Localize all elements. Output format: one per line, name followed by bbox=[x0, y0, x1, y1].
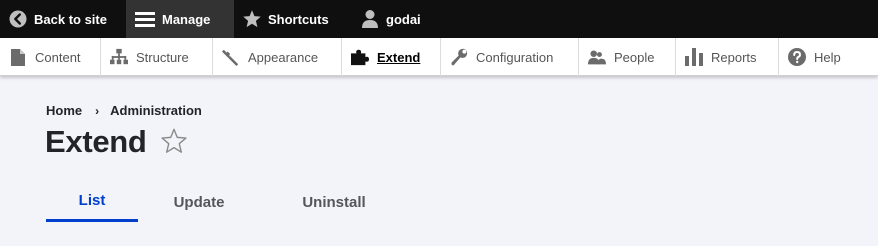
breadcrumb: Home › Administration bbox=[46, 103, 202, 118]
breadcrumb-separator: › bbox=[95, 103, 100, 118]
user-icon bbox=[360, 9, 380, 29]
shortcuts-tab[interactable]: Shortcuts bbox=[234, 0, 352, 38]
tray-item-label: Appearance bbox=[248, 49, 319, 65]
back-arrow-icon bbox=[8, 9, 28, 29]
help-icon bbox=[788, 48, 806, 66]
sitemap-icon bbox=[110, 48, 128, 66]
user-label: godai bbox=[386, 11, 421, 27]
bar-chart-icon bbox=[685, 48, 703, 66]
puzzle-icon bbox=[351, 48, 369, 66]
tray-item-label: People bbox=[614, 49, 655, 65]
admin-toolbar: Back to site Manage Shortcuts godai bbox=[0, 0, 878, 38]
breadcrumb-home-link[interactable]: Home bbox=[46, 103, 82, 118]
tray-item-label: Structure bbox=[136, 49, 189, 65]
wrench-icon bbox=[450, 48, 468, 66]
tray-item-people[interactable]: People bbox=[579, 38, 676, 76]
shortcuts-label: Shortcuts bbox=[268, 11, 329, 27]
admin-tray: Content Structure Appearance Extend Conf… bbox=[0, 38, 878, 76]
breadcrumb-administration-link[interactable]: Administration bbox=[110, 103, 202, 118]
user-tab[interactable]: godai bbox=[352, 0, 442, 38]
tab-list[interactable]: List bbox=[46, 182, 138, 222]
tray-item-structure[interactable]: Structure bbox=[101, 38, 213, 76]
document-icon bbox=[9, 48, 27, 66]
local-tasks-tabs: List Update Uninstall bbox=[46, 182, 386, 224]
tray-item-label: Reports bbox=[711, 49, 757, 65]
manage-tab[interactable]: Manage bbox=[126, 0, 234, 38]
people-icon bbox=[588, 48, 606, 66]
tray-item-reports[interactable]: Reports bbox=[676, 38, 779, 76]
tab-uninstall[interactable]: Uninstall bbox=[282, 182, 386, 222]
hamburger-icon bbox=[134, 9, 156, 29]
tray-item-label: Content bbox=[35, 49, 81, 65]
tray-item-appearance[interactable]: Appearance bbox=[213, 38, 342, 76]
add-shortcut-star-icon[interactable] bbox=[160, 127, 188, 155]
tray-item-extend[interactable]: Extend bbox=[342, 38, 441, 76]
page-title: Extend bbox=[45, 124, 147, 159]
back-to-site-link[interactable]: Back to site bbox=[0, 0, 126, 38]
tray-item-label: Configuration bbox=[476, 49, 554, 65]
star-icon bbox=[242, 9, 262, 29]
manage-label: Manage bbox=[162, 11, 211, 27]
paintbrush-icon bbox=[222, 48, 240, 66]
tray-item-label: Extend bbox=[377, 49, 421, 65]
tab-update[interactable]: Update bbox=[138, 182, 260, 222]
tray-item-help[interactable]: Help bbox=[779, 38, 878, 76]
tray-item-label: Help bbox=[814, 49, 841, 65]
tray-item-configuration[interactable]: Configuration bbox=[441, 38, 579, 76]
back-to-site-label: Back to site bbox=[34, 11, 107, 27]
tray-item-content[interactable]: Content bbox=[0, 38, 101, 76]
